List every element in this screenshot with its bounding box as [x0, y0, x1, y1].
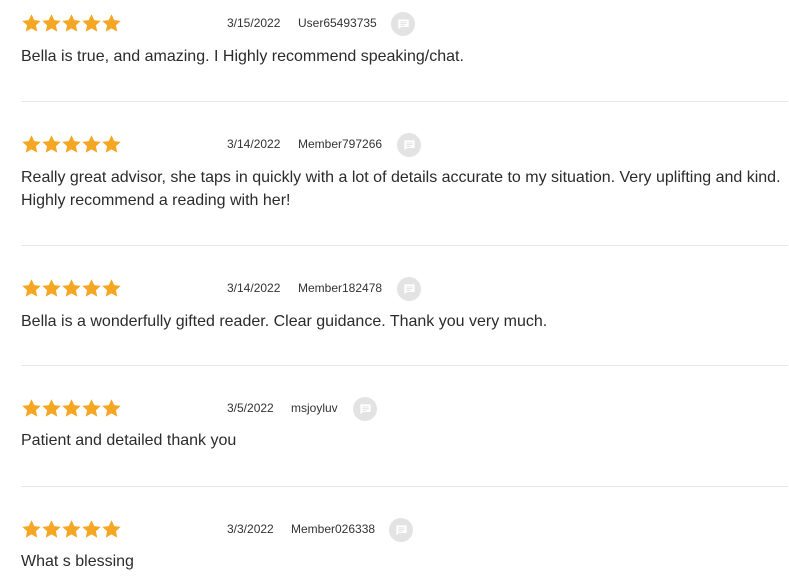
comment-bubble-icon — [403, 283, 416, 296]
star-icon — [101, 134, 121, 154]
review-meta: 3/3/2022 Member026338 — [0, 518, 789, 548]
divider — [21, 486, 788, 487]
review-username: Member182478 — [298, 281, 383, 295]
review-meta: 3/14/2022 Member797266 — [0, 133, 789, 163]
review-username: User65493735 — [298, 16, 377, 30]
comment-bubble-icon — [403, 139, 416, 152]
comment-button[interactable] — [397, 277, 421, 301]
divider — [21, 245, 788, 246]
star-rating — [21, 398, 121, 420]
star-icon — [21, 134, 41, 154]
review-text: Really great advisor, she taps in quickl… — [21, 169, 781, 209]
review-date: 3/14/2022 — [227, 137, 281, 151]
star-icon — [21, 13, 41, 33]
star-icon — [61, 13, 81, 33]
comment-bubble-icon — [397, 18, 410, 31]
star-icon — [21, 519, 41, 539]
star-icon — [41, 134, 61, 154]
star-icon — [81, 13, 101, 33]
review-date: 3/3/2022 — [227, 522, 274, 536]
star-icon — [101, 278, 121, 298]
review-date: 3/15/2022 — [227, 16, 281, 30]
review-username: Member026338 — [291, 522, 376, 536]
star-icon — [81, 134, 101, 154]
star-rating — [21, 13, 121, 35]
review-text: What s blessing — [21, 553, 134, 570]
star-icon — [81, 519, 101, 539]
review-meta: 3/5/2022 msjoyluv — [0, 397, 789, 427]
review-text: Patient and detailed thank you — [21, 432, 237, 449]
comment-bubble-icon — [359, 403, 372, 416]
star-icon — [21, 398, 41, 418]
review-date: 3/5/2022 — [227, 401, 274, 415]
comment-button[interactable] — [353, 397, 377, 421]
star-icon — [61, 398, 81, 418]
star-rating — [21, 278, 121, 300]
comment-button[interactable] — [397, 133, 421, 157]
star-icon — [101, 398, 121, 418]
star-icon — [101, 13, 121, 33]
star-icon — [61, 278, 81, 298]
star-icon — [101, 519, 121, 539]
review-text: Bella is true, and amazing. I Highly rec… — [21, 48, 464, 65]
star-icon — [81, 398, 101, 418]
comment-button[interactable] — [389, 518, 413, 542]
review-list: 3/15/2022 User65493735 Bella is true, an… — [0, 0, 789, 587]
review-username: Member797266 — [298, 137, 383, 151]
divider — [21, 365, 788, 366]
comment-button[interactable] — [391, 12, 415, 36]
review-username: msjoyluv — [291, 401, 338, 415]
star-icon — [81, 278, 101, 298]
star-icon — [61, 519, 81, 539]
star-icon — [41, 278, 61, 298]
star-rating — [21, 519, 121, 541]
comment-bubble-icon — [395, 524, 408, 537]
star-icon — [21, 278, 41, 298]
star-icon — [41, 519, 61, 539]
review-text: Bella is a wonderfully gifted reader. Cl… — [21, 313, 548, 330]
star-rating — [21, 134, 121, 156]
review-date: 3/14/2022 — [227, 281, 281, 295]
review-meta: 3/15/2022 User65493735 — [0, 12, 789, 42]
star-icon — [61, 134, 81, 154]
star-icon — [41, 13, 61, 33]
review-meta: 3/14/2022 Member182478 — [0, 277, 789, 307]
star-icon — [41, 398, 61, 418]
divider — [21, 101, 788, 102]
